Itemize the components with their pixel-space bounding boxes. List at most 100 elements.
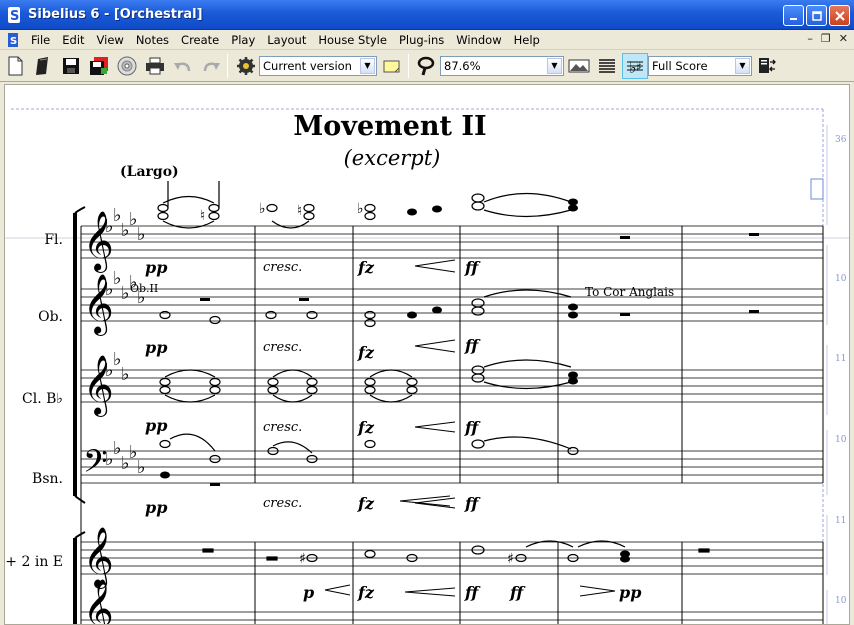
comment-button[interactable]	[379, 53, 405, 79]
focus-staves-button[interactable]	[594, 53, 620, 79]
transposing-score-button[interactable]: ♭ ♯	[622, 52, 648, 79]
menu-file[interactable]: File	[25, 30, 56, 50]
notes-flute[interactable]	[157, 181, 572, 229]
save-all-icon	[90, 56, 108, 75]
menu-help[interactable]: Help	[508, 30, 546, 50]
score-subtitle[interactable]: (excerpt)	[344, 146, 441, 170]
print-icon	[146, 57, 164, 74]
score-page[interactable]: Movement II (excerpt) (Largo) Fl. Ob. Cl…	[4, 84, 850, 625]
score-view: Movement II (excerpt) (Largo) Fl. Ob. Cl…	[0, 82, 854, 625]
chevron-down-icon: ▼	[735, 57, 750, 74]
notes-horn[interactable]	[202, 540, 710, 563]
svg-text:fz: fz	[357, 494, 375, 513]
instrument-name-clarinet[interactable]: Cl. B♭	[22, 391, 63, 407]
zoom-button[interactable]	[414, 53, 440, 79]
bass-clef-icon: 𝄢	[83, 443, 107, 487]
staff-oboe[interactable]	[81, 288, 823, 322]
undo-button[interactable]	[170, 53, 196, 79]
treble-clef-icon: 𝄞	[83, 579, 114, 625]
svg-text:♯: ♯	[636, 60, 642, 74]
menu-create[interactable]: Create	[175, 30, 225, 50]
cresc-markings[interactable]: cresc. cresc. cresc. cresc.	[263, 260, 302, 511]
mdi-close-icon[interactable]: ✕	[839, 32, 848, 45]
menu-window[interactable]: Window	[450, 30, 507, 50]
document-menu-icon[interactable]: S	[7, 32, 21, 48]
svg-text:fz: fz	[357, 583, 375, 602]
instrument-name-oboe[interactable]: Ob.	[38, 309, 63, 325]
svg-text:S: S	[10, 9, 19, 24]
menu-layout[interactable]: Layout	[261, 30, 312, 50]
switch-part-button[interactable]	[754, 53, 780, 79]
svg-text:10: 10	[835, 596, 847, 606]
zoom-select-value: 87.6%	[444, 58, 481, 73]
menu-plug-ins[interactable]: Plug-ins	[393, 30, 450, 50]
save-button[interactable]	[58, 53, 84, 79]
open-icon	[36, 56, 48, 75]
staff-horn[interactable]	[81, 541, 823, 575]
menu-play[interactable]: Play	[225, 30, 261, 50]
svg-text:S: S	[10, 36, 17, 47]
redo-button[interactable]	[198, 53, 224, 79]
page-marker-icon	[810, 178, 824, 200]
svg-text:ff: ff	[464, 418, 481, 437]
new-document-icon	[8, 56, 23, 75]
svg-text:fz: fz	[357, 343, 375, 362]
print-button[interactable]	[142, 53, 168, 79]
filled-notes-bassoon[interactable]	[160, 471, 220, 487]
svg-text:pp: pp	[619, 583, 641, 602]
dynamics[interactable]: pp pp pp pp fz fz fz fz fz ff ff ff ff f…	[145, 258, 641, 602]
cd-icon	[117, 56, 137, 75]
chevron-down-icon: ▼	[360, 57, 375, 74]
version-select[interactable]: Current version ▼	[259, 55, 377, 76]
to-cor-anglais-text[interactable]: To Cor Anglais	[585, 285, 674, 299]
svg-text:♯: ♯	[507, 551, 514, 567]
menu-view[interactable]: View	[91, 30, 130, 50]
svg-text:♮: ♮	[297, 203, 302, 219]
toolbar-separator	[227, 53, 228, 78]
instrument-name-flute[interactable]: Fl.	[44, 232, 63, 248]
staff-clarinet[interactable]	[81, 369, 823, 403]
gear-icon	[237, 56, 255, 75]
toolbar: Current version ▼ 87.6% ▼ ♭ ♯ Full Score …	[0, 50, 854, 82]
burn-cd-button[interactable]	[114, 53, 140, 79]
close-icon	[834, 10, 845, 21]
open-button[interactable]	[30, 53, 56, 79]
menu-house-style[interactable]: House Style	[312, 30, 393, 50]
notes-bassoon[interactable]	[159, 433, 579, 464]
filled-notes-horn[interactable]	[620, 550, 630, 563]
maximize-button[interactable]	[806, 5, 827, 26]
page-margin-guide	[11, 108, 824, 624]
menu-edit[interactable]: Edit	[56, 30, 90, 50]
staves-icon	[599, 58, 615, 73]
window-title: Sibelius 6 - [Orchestral]	[28, 7, 203, 22]
view-select[interactable]: Full Score ▼	[648, 55, 752, 76]
instrument-name-bassoon[interactable]: Bsn.	[32, 471, 63, 487]
svg-text:11: 11	[835, 354, 846, 364]
close-button[interactable]	[829, 5, 850, 26]
tempo-marking[interactable]: (Largo)	[120, 164, 179, 180]
svg-text:ff: ff	[464, 336, 481, 355]
zoom-select[interactable]: 87.6% ▼	[440, 55, 564, 76]
instrument-name-horn[interactable]: + 2 in E	[5, 554, 63, 570]
notes-clarinet[interactable]	[159, 359, 572, 403]
svg-text:p: p	[303, 583, 314, 602]
menu-notes[interactable]: Notes	[130, 30, 175, 50]
mdi-minimize-icon[interactable]: –	[807, 32, 813, 45]
barlines	[254, 226, 824, 624]
sticky-note-icon	[383, 60, 400, 72]
new-button[interactable]	[2, 53, 28, 79]
accidentals: ♮ ♭ ♮ ♭	[200, 201, 364, 224]
oboe-part-label[interactable]: Ob.II	[130, 282, 158, 295]
minimize-button[interactable]	[783, 5, 804, 26]
sibelius-app-icon[interactable]: S	[6, 6, 22, 24]
svg-text:♭: ♭	[121, 364, 130, 385]
svg-text:fz: fz	[357, 418, 375, 437]
staff-bassoon[interactable]	[81, 450, 823, 484]
save-icon	[63, 57, 79, 74]
staff-flute[interactable]	[81, 225, 823, 259]
save-all-button[interactable]	[86, 53, 112, 79]
versions-button[interactable]	[233, 53, 259, 79]
panorama-button[interactable]	[566, 53, 592, 79]
score-title[interactable]: Movement II	[293, 111, 486, 142]
mdi-restore-icon[interactable]: ❐	[821, 32, 831, 45]
